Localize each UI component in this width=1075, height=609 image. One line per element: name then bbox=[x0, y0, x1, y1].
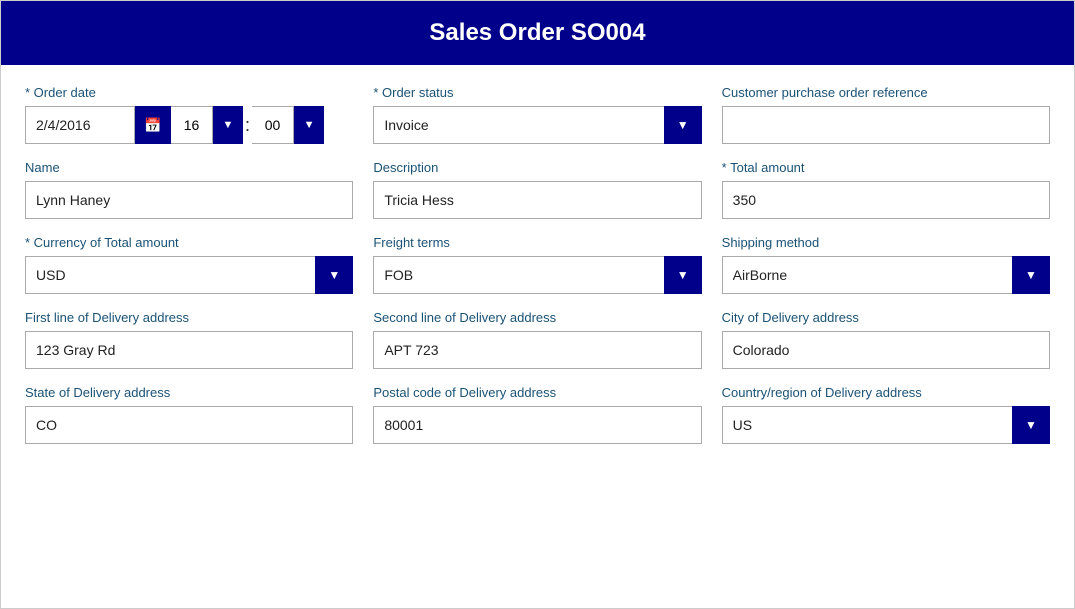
form-row-4: First line of Delivery address Second li… bbox=[25, 310, 1050, 369]
freight-terms-wrapper: FOB CIF EXW DDP bbox=[373, 256, 701, 294]
order-status-group: Order status Invoice Draft Confirmed Can… bbox=[373, 85, 701, 144]
currency-group: Currency of Total amount USD EUR GBP CAD bbox=[25, 235, 353, 294]
description-input[interactable] bbox=[373, 181, 701, 219]
order-status-label: Order status bbox=[373, 85, 701, 100]
delivery-line2-input[interactable] bbox=[373, 331, 701, 369]
order-date-group: Order date 📅 ▼ : ▼ bbox=[25, 85, 353, 144]
delivery-line2-group: Second line of Delivery address bbox=[373, 310, 701, 369]
delivery-country-select[interactable]: US CA UK AU DE FR bbox=[722, 406, 1050, 444]
freight-terms-group: Freight terms FOB CIF EXW DDP bbox=[373, 235, 701, 294]
delivery-line1-group: First line of Delivery address bbox=[25, 310, 353, 369]
order-date-label: Order date bbox=[25, 85, 353, 100]
order-date-input[interactable] bbox=[25, 106, 135, 144]
hour-arrow-button[interactable]: ▼ bbox=[213, 106, 243, 144]
delivery-postal-group: Postal code of Delivery address bbox=[373, 385, 701, 444]
customer-po-input[interactable] bbox=[722, 106, 1050, 144]
name-group: Name bbox=[25, 160, 353, 219]
delivery-postal-input[interactable] bbox=[373, 406, 701, 444]
delivery-line1-label: First line of Delivery address bbox=[25, 310, 353, 325]
page-title: Sales Order SO004 bbox=[1, 1, 1074, 65]
shipping-method-group: Shipping method AirBorne Ground Express … bbox=[722, 235, 1050, 294]
name-label: Name bbox=[25, 160, 353, 175]
delivery-state-group: State of Delivery address bbox=[25, 385, 353, 444]
delivery-country-wrapper: US CA UK AU DE FR bbox=[722, 406, 1050, 444]
delivery-line1-input[interactable] bbox=[25, 331, 353, 369]
order-date-controls: 📅 ▼ : ▼ bbox=[25, 106, 353, 144]
order-status-select[interactable]: Invoice Draft Confirmed Cancelled bbox=[373, 106, 701, 144]
shipping-method-select[interactable]: AirBorne Ground Express Standard bbox=[722, 256, 1050, 294]
currency-wrapper: USD EUR GBP CAD bbox=[25, 256, 353, 294]
shipping-method-wrapper: AirBorne Ground Express Standard bbox=[722, 256, 1050, 294]
delivery-postal-label: Postal code of Delivery address bbox=[373, 385, 701, 400]
delivery-line2-label: Second line of Delivery address bbox=[373, 310, 701, 325]
delivery-city-label: City of Delivery address bbox=[722, 310, 1050, 325]
customer-po-label: Customer purchase order reference bbox=[722, 85, 1050, 100]
hour-input[interactable] bbox=[171, 106, 213, 144]
page-container: Sales Order SO004 Order date 📅 ▼ : ▼ O bbox=[0, 0, 1075, 609]
delivery-country-label: Country/region of Delivery address bbox=[722, 385, 1050, 400]
form-row-2: Name Description Total amount bbox=[25, 160, 1050, 219]
minute-input[interactable] bbox=[252, 106, 294, 144]
order-status-wrapper: Invoice Draft Confirmed Cancelled bbox=[373, 106, 701, 144]
form-row-1: Order date 📅 ▼ : ▼ Order status Invoice bbox=[25, 85, 1050, 144]
delivery-state-label: State of Delivery address bbox=[25, 385, 353, 400]
minute-arrow-button[interactable]: ▼ bbox=[294, 106, 324, 144]
description-label: Description bbox=[373, 160, 701, 175]
description-group: Description bbox=[373, 160, 701, 219]
delivery-country-group: Country/region of Delivery address US CA… bbox=[722, 385, 1050, 444]
total-amount-label: Total amount bbox=[722, 160, 1050, 175]
delivery-city-input[interactable] bbox=[722, 331, 1050, 369]
currency-select[interactable]: USD EUR GBP CAD bbox=[25, 256, 353, 294]
freight-terms-select[interactable]: FOB CIF EXW DDP bbox=[373, 256, 701, 294]
delivery-state-input[interactable] bbox=[25, 406, 353, 444]
total-amount-input[interactable] bbox=[722, 181, 1050, 219]
customer-po-group: Customer purchase order reference bbox=[722, 85, 1050, 144]
form-row-5: State of Delivery address Postal code of… bbox=[25, 385, 1050, 444]
form-body: Order date 📅 ▼ : ▼ Order status Invoice bbox=[1, 65, 1074, 484]
form-row-3: Currency of Total amount USD EUR GBP CAD… bbox=[25, 235, 1050, 294]
delivery-city-group: City of Delivery address bbox=[722, 310, 1050, 369]
total-amount-group: Total amount bbox=[722, 160, 1050, 219]
calendar-button[interactable]: 📅 bbox=[135, 106, 171, 144]
name-input[interactable] bbox=[25, 181, 353, 219]
time-colon: : bbox=[243, 106, 252, 144]
currency-label: Currency of Total amount bbox=[25, 235, 353, 250]
shipping-method-label: Shipping method bbox=[722, 235, 1050, 250]
freight-terms-label: Freight terms bbox=[373, 235, 701, 250]
